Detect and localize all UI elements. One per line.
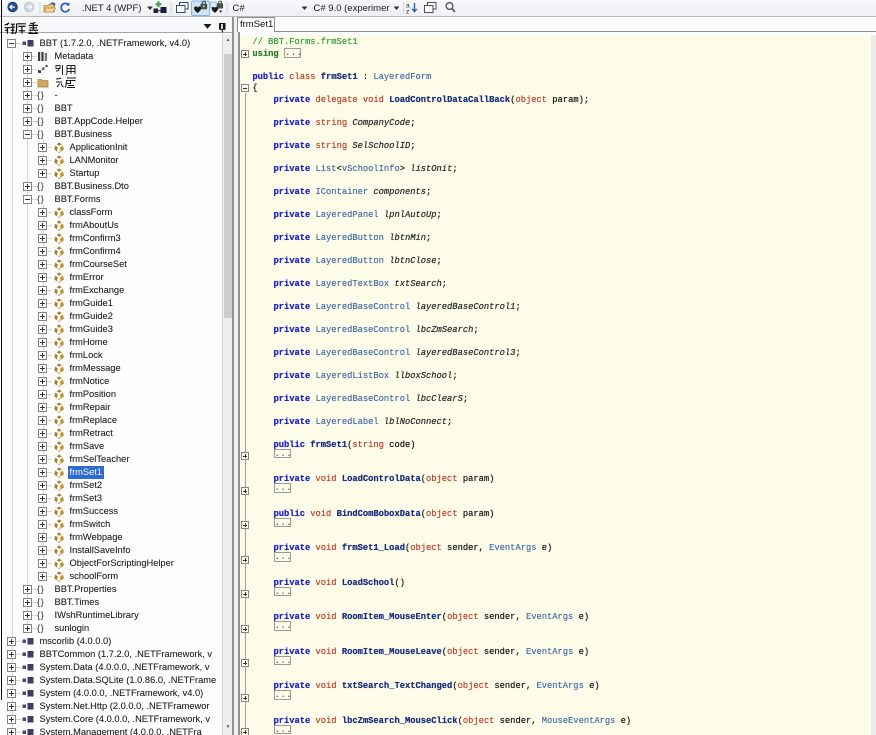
svg-text:z: z [406, 9, 409, 16]
